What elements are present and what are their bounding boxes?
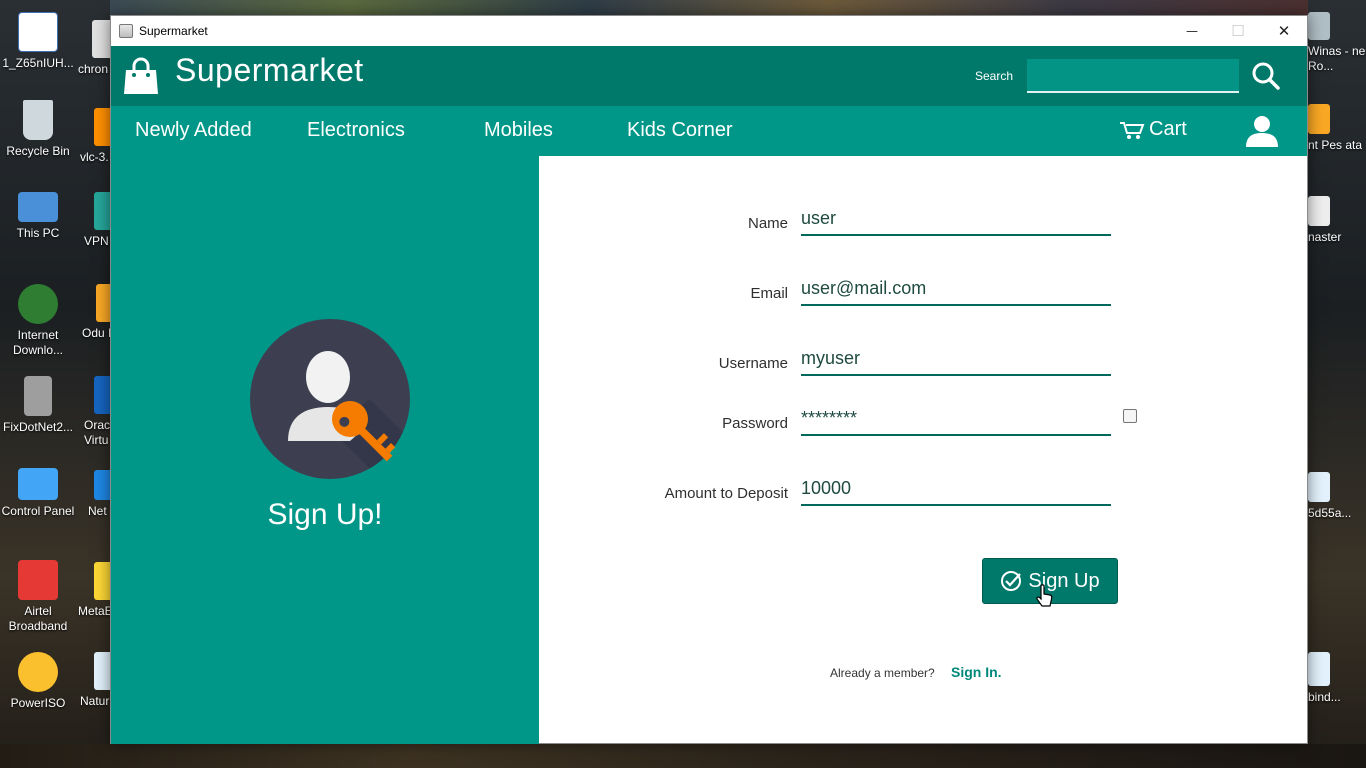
check-circle-icon: [1001, 571, 1022, 591]
search-bar: Search: [975, 59, 1307, 93]
disc-icon: [18, 652, 58, 692]
nav-item-mobiles[interactable]: Mobiles: [484, 119, 553, 142]
search-input[interactable]: [1027, 59, 1239, 93]
already-member-text: Already a member?: [830, 666, 935, 680]
minimize-button[interactable]: —: [1169, 16, 1215, 46]
file-icon: [1308, 472, 1330, 502]
desktop-icon-bind[interactable]: bind...: [1308, 652, 1366, 705]
category-nav: Newly Added Electronics Mobiles Kids Cor…: [111, 106, 1307, 156]
signup-side-panel: Sign Up!: [111, 156, 539, 744]
maximize-button: ☐: [1215, 16, 1261, 46]
folder-icon: [1308, 104, 1330, 134]
app-window: Supermarket — ☐ ✕ Supermarket Search New…: [110, 15, 1308, 744]
close-button[interactable]: ✕: [1261, 16, 1307, 46]
password-label: Password: [722, 415, 788, 432]
signin-link[interactable]: Sign In.: [951, 664, 1002, 680]
password-field[interactable]: [801, 402, 1111, 436]
desktop-icon-fixdotnet[interactable]: FixDotNet2...: [0, 376, 76, 435]
email-field[interactable]: [801, 272, 1111, 306]
java-app-icon: [119, 24, 133, 38]
nav-item-electronics[interactable]: Electronics: [307, 119, 405, 142]
disc-icon: [1308, 12, 1330, 40]
globe-icon: [18, 284, 58, 324]
username-label: Username: [718, 355, 788, 372]
cart-button[interactable]: Cart: [1119, 118, 1187, 141]
cart-label: Cart: [1149, 118, 1187, 140]
signup-heading: Sign Up!: [267, 498, 383, 531]
user-account-icon[interactable]: [1245, 114, 1279, 148]
signup-content: Sign Up! Name Email Username Password Am…: [111, 156, 1307, 744]
email-label: Email: [750, 285, 788, 302]
recycle-bin-icon: [23, 100, 53, 140]
desktop-icon-this-pc[interactable]: This PC: [0, 192, 76, 241]
desktop-icon-pes[interactable]: nt Pes ata: [1308, 104, 1366, 153]
minimize-icon: —: [1186, 24, 1198, 38]
server-icon: [24, 376, 52, 416]
control-panel-icon: [18, 468, 58, 500]
java-file-icon: [1308, 652, 1330, 686]
nav-item-kids-corner[interactable]: Kids Corner: [627, 119, 733, 142]
deposit-label: Amount to Deposit: [664, 485, 788, 502]
deposit-field[interactable]: [801, 472, 1111, 506]
search-icon[interactable]: [1251, 61, 1281, 91]
search-label: Search: [974, 69, 1013, 83]
nav-item-newly-added[interactable]: Newly Added: [135, 119, 252, 142]
desktop-icon-control-panel[interactable]: Control Panel: [0, 468, 76, 519]
window-titlebar[interactable]: Supermarket — ☐ ✕: [111, 16, 1307, 46]
brand-title: Supermarket: [175, 51, 364, 88]
show-password-checkbox[interactable]: [1123, 409, 1137, 423]
desktop-icon-recycle-bin[interactable]: Recycle Bin: [0, 100, 76, 159]
desktop-icon-winas[interactable]: Winas - ne Ro...: [1308, 12, 1366, 74]
desktop-bottom-strip: [0, 744, 1366, 768]
desktop-icon-idm[interactable]: Internet Downlo...: [0, 284, 76, 358]
hand-cursor-icon: [1036, 584, 1053, 607]
username-field[interactable]: [801, 342, 1111, 376]
maximize-icon: ☐: [1231, 22, 1245, 40]
desktop-icon-5d55a[interactable]: 5d55a...: [1308, 472, 1366, 521]
window-controls: — ☐ ✕: [1169, 16, 1307, 46]
window-title: Supermarket: [139, 24, 208, 38]
document-icon: [18, 12, 58, 52]
desktop-top-strip: [110, 0, 1308, 15]
name-field[interactable]: [801, 202, 1111, 236]
desktop-icon-file[interactable]: 1_Z65nIUH...: [0, 12, 76, 71]
shopping-bag-icon: [124, 57, 158, 94]
desktop-icon-airtel[interactable]: Airtel Broadband: [0, 560, 76, 634]
close-icon: ✕: [1277, 22, 1291, 40]
app-header: Supermarket Search: [111, 46, 1307, 106]
airtel-icon: [18, 560, 58, 600]
archive-icon: [1308, 196, 1330, 226]
desktop-icon-poweriso[interactable]: PowerISO: [0, 652, 76, 711]
cart-icon: [1120, 121, 1145, 139]
user-key-avatar-icon: [250, 319, 410, 479]
name-label: Name: [747, 215, 788, 232]
desktop-icon-master[interactable]: naster: [1308, 196, 1366, 245]
computer-icon: [18, 192, 58, 222]
